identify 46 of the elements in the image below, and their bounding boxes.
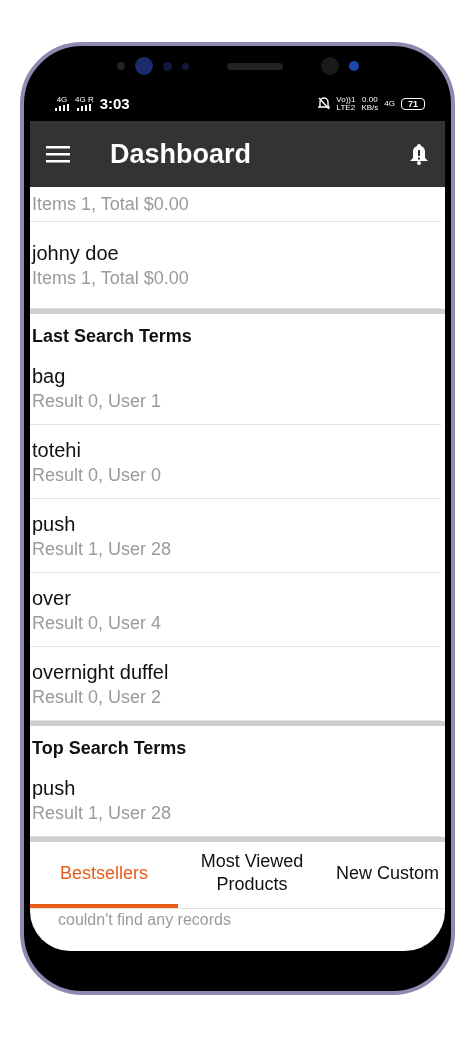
tab[interactable]: Most Viewed Products [178,842,326,908]
speaker-grille [226,62,283,70]
menu-icon[interactable] [46,145,70,163]
search-term: push [32,511,77,537]
search-term-row[interactable]: bag Result 0, User 1 [30,351,441,425]
network-label: 4G R [75,96,94,104]
search-term-row[interactable]: push Result 1, User 28 [30,499,441,573]
sensor-icon [348,61,359,71]
tab[interactable]: Bestsellers [30,842,178,908]
notification-bell-icon[interactable] [409,143,429,165]
sensor-icon [116,62,125,70]
empty-message: couldn't find any records [57,910,232,930]
search-term-detail: Result 1, User 28 [32,801,173,825]
section-heading: Last Search Terms [31,325,193,348]
network-label: 4G [56,96,68,104]
camera-icon [320,57,339,75]
speed-value: 0.00 [362,95,378,104]
search-term-detail: Result 0, User 1 [32,389,163,413]
search-term: over [32,585,72,611]
customer-detail: Items 1, Total $0.00 [32,267,190,290]
battery-level: 71 [401,97,425,110]
search-term: bag [32,363,67,389]
search-term-detail: Result 1, User 28 [32,537,173,561]
search-term: totehi [32,437,82,463]
search-term-detail: Result 0, User 2 [32,685,163,709]
speed-unit: KB/s [361,103,379,112]
volte-label: Vo))1 [336,95,356,104]
search-term: overnight duffel [32,659,170,685]
search-term-detail: Result 0, User 0 [32,463,163,487]
lte-label: LTE2 [336,103,356,112]
section-heading: Top Search Terms [31,737,188,760]
network-label: 4G [384,99,395,108]
sensor-icon [181,62,189,70]
search-term-row[interactable]: totehi Result 0, User 0 [30,425,441,499]
tab[interactable]: New Custom [326,842,445,908]
signal-icon [77,104,92,111]
search-term-detail: Result 0, User 4 [32,611,163,635]
muted-bell-icon [318,97,331,110]
camera-icon [134,57,153,75]
clock-time: 3:03 [99,95,130,112]
page-title: Dashboard [110,138,253,170]
customer-name: johny doe [32,241,120,266]
search-term-row[interactable]: over Result 0, User 4 [30,573,441,647]
search-term: push [32,775,77,801]
customer-detail: Items 1, Total $0.00 [32,193,190,216]
signal-icon [55,104,69,111]
